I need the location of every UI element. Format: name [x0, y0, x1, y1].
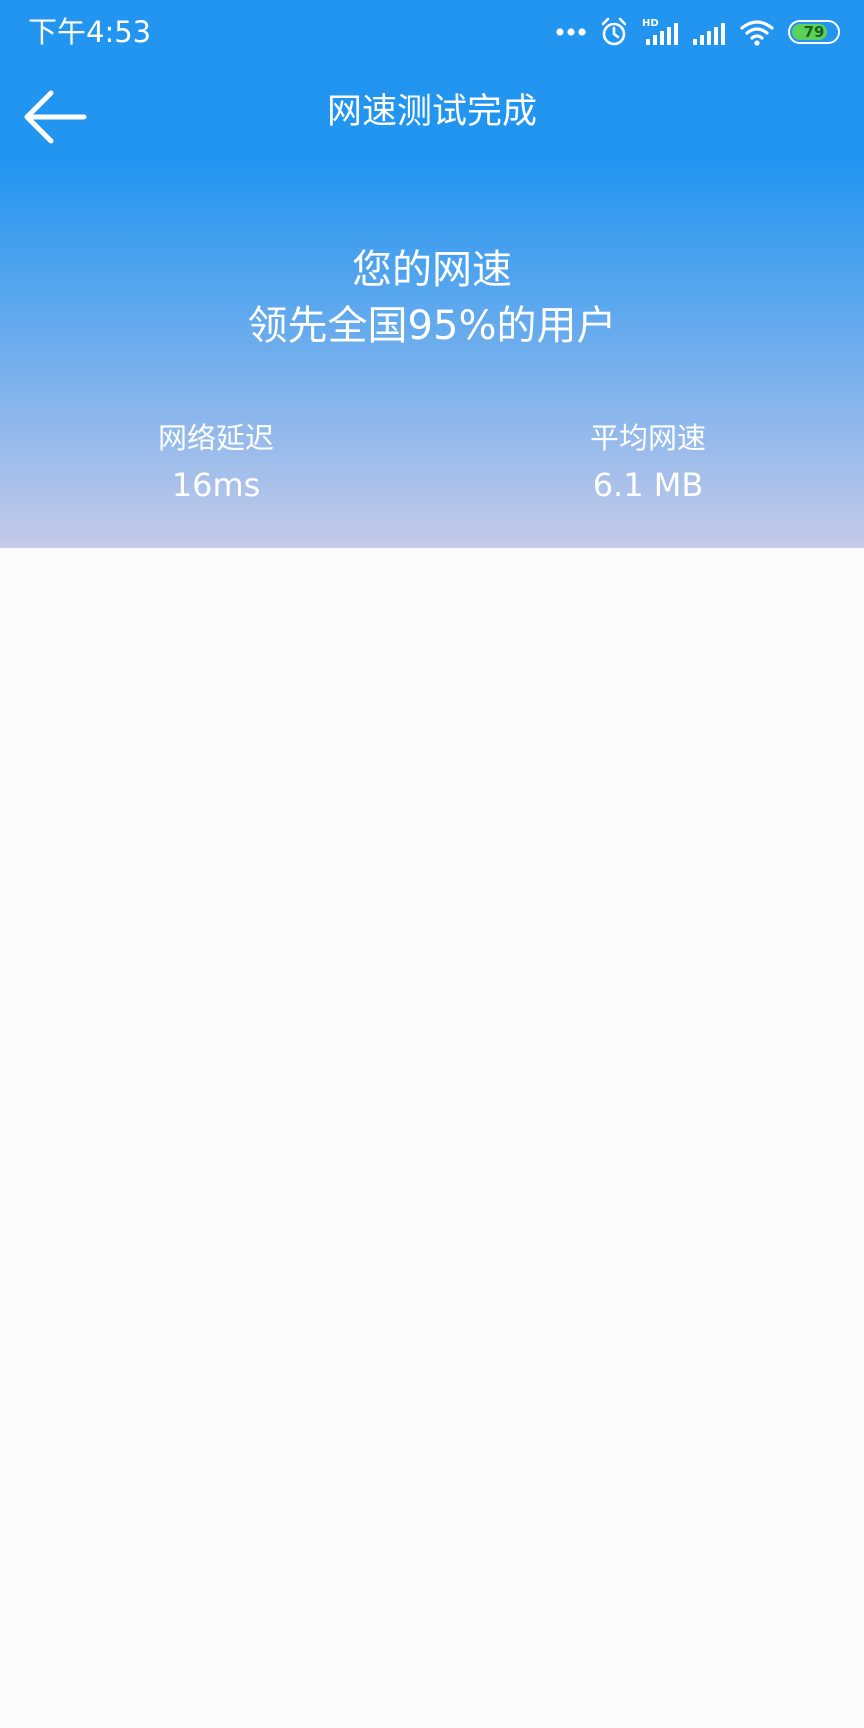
latency-value: 16ms — [171, 466, 261, 504]
hd-signal-icon: HD — [642, 17, 678, 47]
page-title: 网速测试完成 — [326, 92, 537, 132]
hd-label: HD — [642, 18, 659, 29]
latency-stat: 网络延迟 16ms — [96, 418, 336, 508]
alarm-icon — [600, 17, 628, 47]
latency-label: 网络延迟 — [157, 421, 274, 455]
battery-level: 79 — [803, 23, 825, 41]
result-header: 下午4:53 HD 79 网速测试完成 您的网速 领先全国95%的用户 网络延迟… — [0, 0, 864, 548]
speed-value: 6.1 MB — [592, 466, 704, 504]
wifi-icon — [740, 18, 774, 46]
headline-line-2: 领先全国95%的用户 — [247, 303, 617, 349]
speed-label: 平均网速 — [589, 421, 706, 455]
signal-icon — [692, 17, 726, 47]
status-icons: HD 79 — [556, 14, 840, 50]
content-area — [0, 548, 864, 1728]
status-bar: 下午4:53 HD 79 — [0, 0, 864, 64]
result-headline: 您的网速 领先全国95%的用户 — [0, 242, 864, 354]
status-time: 下午4:53 — [28, 15, 152, 49]
headline-line-1: 您的网速 — [352, 247, 512, 293]
screen: 下午4:53 HD 79 网速测试完成 您的网速 领先全国95%的用户 网络延迟… — [0, 0, 864, 1728]
more-dots-icon — [556, 27, 586, 37]
speed-stat: 平均网速 6.1 MB — [528, 418, 768, 508]
battery-icon: 79 — [788, 20, 840, 44]
